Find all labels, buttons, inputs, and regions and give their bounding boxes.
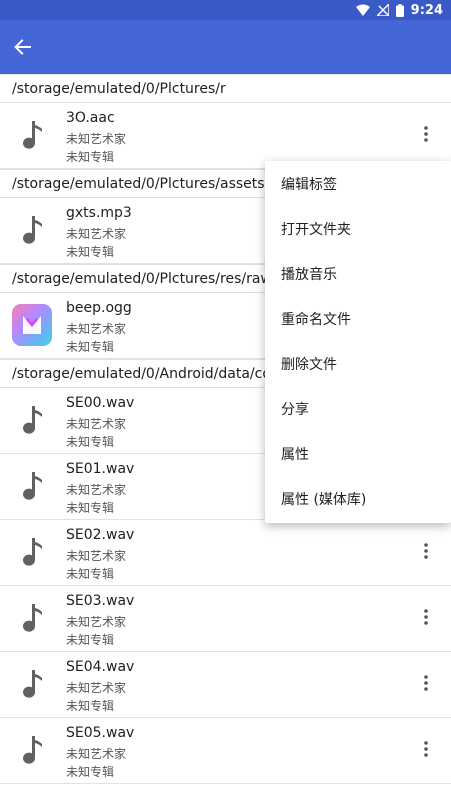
menu-item[interactable]: 删除文件: [265, 343, 451, 388]
thumbnail: [12, 530, 52, 574]
arrow-back-icon: [14, 39, 31, 55]
context-menu: 编辑标签 打开文件夹 播放音乐 重命名文件 删除文件 分享 属性 属性 (媒体库): [265, 161, 451, 523]
album-label: 未知专辑: [66, 765, 115, 779]
more-options-button[interactable]: [417, 123, 435, 149]
more-vert-icon: [424, 609, 428, 629]
menu-item[interactable]: 分享: [265, 388, 451, 433]
music-note-icon: [23, 406, 42, 434]
battery-icon: [395, 3, 404, 17]
folder-path-header: /storage/emulated/0/Plctures/r: [0, 74, 451, 103]
album-label: 未知专辑: [66, 633, 115, 647]
thumbnail: [12, 303, 52, 347]
artist-label: 未知艺术家: [66, 227, 127, 241]
more-vert-icon: [424, 741, 428, 761]
music-note-icon: [23, 121, 42, 149]
music-note-icon: [23, 472, 42, 500]
file-name: SE01.wav: [66, 461, 135, 477]
music-note-icon: [23, 604, 42, 632]
app-bar: [0, 20, 451, 74]
album-label: 未知专辑: [66, 150, 115, 164]
thumbnail: [12, 464, 52, 508]
app-icon: [12, 304, 52, 346]
file-name: SE02.wav: [66, 527, 135, 543]
thumbnail: [12, 596, 52, 640]
more-options-button[interactable]: [417, 606, 435, 632]
artist-label: 未知艺术家: [66, 747, 127, 761]
file-name: gxts.mp3: [66, 205, 132, 221]
menu-item[interactable]: 属性: [265, 433, 451, 478]
album-label: 未知专辑: [66, 567, 115, 581]
file-name: 3O.aac: [66, 110, 115, 126]
music-note-icon: [23, 736, 42, 764]
list-item[interactable]: SE03.wav 未知艺术家未知专辑: [0, 586, 451, 652]
status-bar: 9:24: [0, 0, 451, 20]
file-name: beep.ogg: [66, 300, 132, 316]
no-signal-icon: [376, 4, 389, 16]
artist-label: 未知艺术家: [66, 615, 127, 629]
wifi-icon: [355, 4, 370, 16]
album-label: 未知专辑: [66, 340, 115, 354]
album-label: 未知专辑: [66, 501, 115, 515]
list-item[interactable]: SE04.wav 未知艺术家未知专辑: [0, 652, 451, 718]
thumbnail: [12, 113, 52, 157]
artist-label: 未知艺术家: [66, 681, 127, 695]
more-vert-icon: [424, 675, 428, 695]
menu-item[interactable]: 编辑标签: [265, 163, 451, 208]
more-options-button[interactable]: [417, 672, 435, 698]
list-item[interactable]: SE02.wav 未知艺术家未知专辑: [0, 520, 451, 586]
artist-label: 未知艺术家: [66, 549, 127, 563]
more-options-button[interactable]: [417, 738, 435, 764]
artist-label: 未知艺术家: [66, 132, 127, 146]
album-label: 未知专辑: [66, 699, 115, 713]
file-name: SE03.wav: [66, 593, 135, 609]
file-name: SE00.wav: [66, 395, 135, 411]
thumbnail: [12, 208, 52, 252]
more-vert-icon: [424, 543, 428, 563]
more-vert-icon: [424, 126, 428, 146]
thumbnail: [12, 662, 52, 706]
music-note-icon: [23, 538, 42, 566]
file-name: SE05.wav: [66, 725, 135, 741]
album-label: 未知专辑: [66, 245, 115, 259]
menu-item[interactable]: 属性 (媒体库): [265, 478, 451, 523]
music-note-icon: [23, 216, 42, 244]
artist-label: 未知艺术家: [66, 322, 127, 336]
thumbnail: [12, 398, 52, 442]
more-options-button[interactable]: [417, 540, 435, 566]
file-name: SE04.wav: [66, 659, 135, 675]
menu-item[interactable]: 重命名文件: [265, 298, 451, 343]
menu-item[interactable]: 播放音乐: [265, 253, 451, 298]
music-note-icon: [23, 670, 42, 698]
thumbnail: [12, 728, 52, 772]
list-item[interactable]: SE05.wav 未知艺术家未知专辑: [0, 718, 451, 784]
artist-label: 未知艺术家: [66, 483, 127, 497]
status-time: 9:24: [410, 2, 443, 18]
artist-label: 未知艺术家: [66, 417, 127, 431]
album-label: 未知专辑: [66, 435, 115, 449]
back-button[interactable]: [10, 34, 36, 60]
menu-item[interactable]: 打开文件夹: [265, 208, 451, 253]
list-item[interactable]: 3O.aac 未知艺术家未知专辑: [0, 103, 451, 169]
